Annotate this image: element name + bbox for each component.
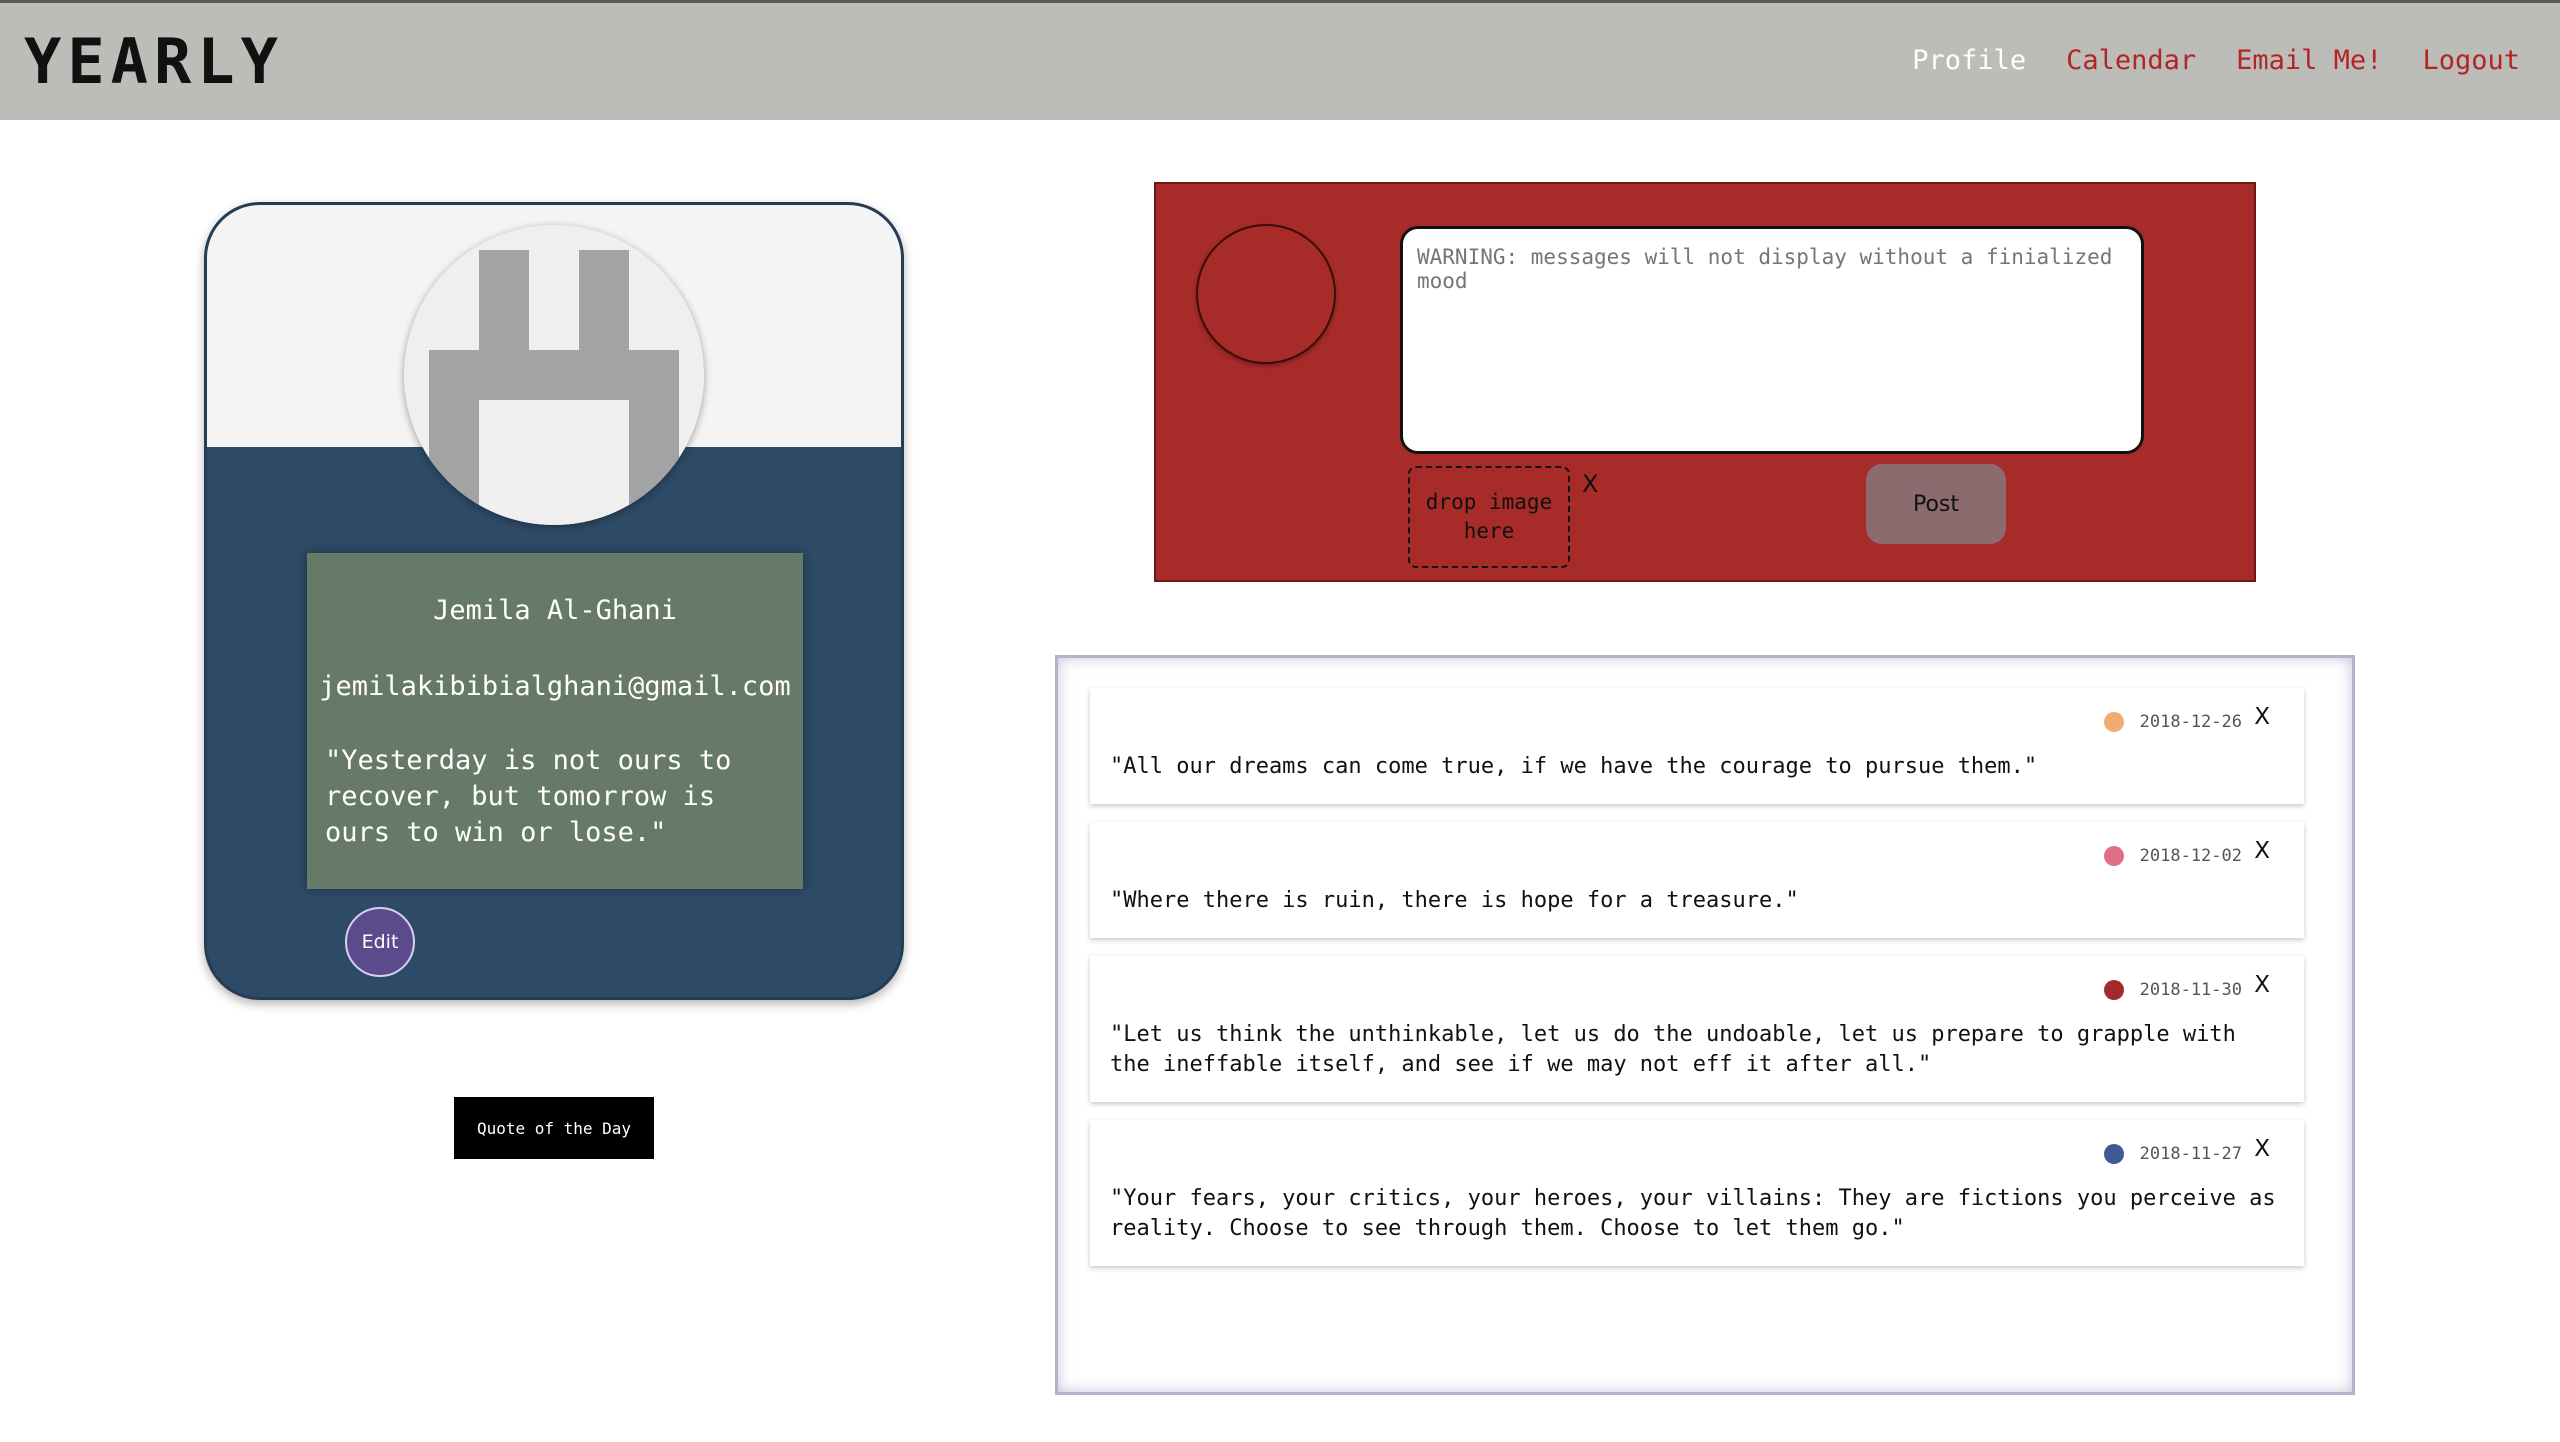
profile-quote: "Yesterday is not ours to recover, but t… [325,745,732,848]
profile-name: Jemila Al-Ghani [433,595,677,626]
feed-entry: 2018-11-30 X "Let us think the unthinkab… [1090,956,2304,1102]
quote-of-the-day-button[interactable]: Quote of the Day [454,1097,654,1159]
mood-dot [2104,846,2124,866]
feed-entry: 2018-11-27 X "Your fears, your critics, … [1090,1120,2304,1266]
mood-dot [2104,1144,2124,1164]
entry-text: "All our dreams can come true, if we hav… [1110,754,2038,779]
mood-dot [2104,980,2124,1000]
post-button[interactable]: Post [1866,464,2006,544]
entry-text: "Let us think the unthinkable, let us do… [1110,1022,2236,1077]
entry-date: 2018-11-30 [2139,980,2242,1000]
edit-profile-button[interactable]: Edit [345,907,415,977]
pixel-plug-avatar-icon [429,250,679,525]
entries-feed[interactable]: 2018-12-26 X "All our dreams can come tr… [1055,655,2355,1395]
entry-date: 2018-12-02 [2139,846,2242,866]
mood-selector[interactable] [1196,224,1336,364]
nav-calendar-link[interactable]: Calendar [2066,45,2196,76]
nav-links: Profile Calendar Email Me! Logout [1912,45,2520,76]
profile-avatar [404,225,704,525]
image-drop-zone[interactable]: drop image here [1408,466,1570,568]
app-logo[interactable]: YEARLY [24,25,284,98]
delete-entry-button[interactable]: X [2254,972,2270,998]
feed-entry: 2018-12-02 X "Where there is ruin, there… [1090,822,2304,938]
post-composer: drop image here X Post [1154,182,2256,582]
entry-date: 2018-11-27 [2139,1144,2242,1164]
profile-card: Jemila Al-Ghani jemilakibibialghani@gmai… [204,202,904,1000]
message-input[interactable] [1400,226,2144,454]
top-navbar: YEARLY Profile Calendar Email Me! Logout [0,0,2560,120]
entry-text: "Where there is ruin, there is hope for … [1110,888,1799,913]
entry-text: "Your fears, your critics, your heroes, … [1110,1186,2276,1241]
feed-entry: 2018-12-26 X "All our dreams can come tr… [1090,688,2304,804]
remove-image-button[interactable]: X [1582,470,1598,498]
nav-email-link[interactable]: Email Me! [2236,45,2382,76]
profile-info-panel: Jemila Al-Ghani jemilakibibialghani@gmai… [307,553,803,889]
entry-date: 2018-12-26 [2139,712,2242,732]
delete-entry-button[interactable]: X [2254,704,2270,730]
nav-logout-link[interactable]: Logout [2422,45,2520,76]
profile-email: jemilakibibialghani@gmail.com [319,671,791,702]
delete-entry-button[interactable]: X [2254,838,2270,864]
mood-dot [2104,712,2124,732]
delete-entry-button[interactable]: X [2254,1136,2270,1162]
nav-profile-link[interactable]: Profile [1912,45,2026,76]
